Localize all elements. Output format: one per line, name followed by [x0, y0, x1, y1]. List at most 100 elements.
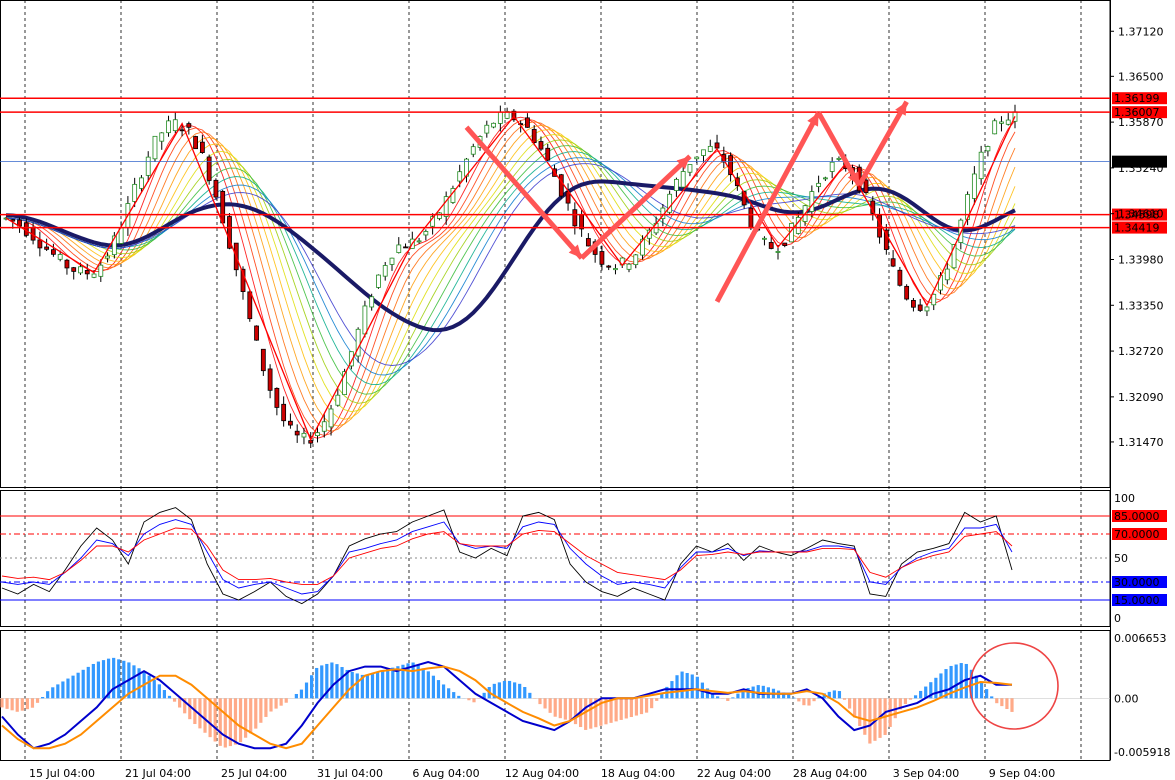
candle-body: [680, 171, 686, 188]
macd-histogram-bar: [837, 691, 842, 699]
macd-histogram-bar: [792, 697, 796, 699]
macd-histogram-bar: [807, 698, 811, 706]
candle-body: [917, 304, 923, 311]
macd-histogram-bar: [436, 680, 441, 699]
macd-histogram-bar: [51, 687, 55, 699]
candle-body: [931, 293, 937, 306]
macd-histogram-bar: [112, 657, 116, 699]
macd-histogram-bar: [76, 672, 80, 699]
chart-background: [0, 0, 1175, 780]
candle-body: [159, 132, 165, 142]
macd-histogram-bar: [20, 698, 24, 711]
macd-histogram-bar: [426, 671, 430, 699]
macd-histogram-bar: [939, 673, 943, 699]
macd-histogram-bar: [847, 698, 852, 709]
candle-body: [971, 173, 977, 199]
price-tick-label: 1.36500: [1118, 70, 1164, 83]
candle-body: [91, 273, 97, 278]
candle-body: [687, 164, 693, 173]
macd-histogram-bar: [457, 695, 461, 699]
candle-body: [633, 254, 639, 266]
candle-body: [247, 291, 253, 320]
price-tick-label: 1.37120: [1118, 25, 1164, 38]
candle-body: [288, 420, 293, 426]
macd-histogram-bar: [35, 698, 40, 703]
macd-histogram-bar: [294, 693, 298, 699]
candle-body: [172, 119, 178, 132]
macd-histogram-bar: [832, 690, 836, 699]
macd-histogram-bar: [543, 698, 547, 709]
macd-histogram-bar: [86, 666, 90, 699]
macd-histogram-bar: [644, 698, 649, 713]
candle-body: [44, 246, 50, 250]
macd-histogram-bar: [244, 698, 248, 738]
macd-histogram-bar: [614, 698, 618, 722]
candle-body: [260, 348, 266, 372]
macd-histogram-bar: [518, 683, 522, 699]
candle-body: [51, 249, 56, 255]
macd-histogram-bar: [223, 698, 227, 748]
macd-histogram-bar: [919, 690, 923, 699]
macd-histogram-bar: [655, 698, 659, 701]
candle-body: [382, 265, 388, 277]
candle-body: [491, 122, 496, 128]
macd-histogram-bar: [634, 698, 639, 716]
candle-body: [281, 403, 287, 422]
candle-body: [599, 251, 605, 265]
macd-histogram-bar: [685, 673, 689, 699]
macd-histogram-bar: [30, 698, 35, 708]
macd-histogram-bar: [812, 698, 816, 702]
candle-body: [1005, 119, 1011, 125]
macd-histogram-bar: [787, 694, 791, 699]
macd-histogram-bar: [284, 698, 288, 703]
candle-body: [213, 179, 219, 198]
candle-body: [78, 266, 83, 274]
macd-histogram-bar: [736, 693, 740, 699]
macd-histogram-bar: [71, 675, 75, 699]
candle-body: [193, 136, 199, 150]
candle-body: [484, 124, 490, 134]
time-tick-label: 6 Aug 04:00: [412, 767, 479, 780]
candle-body: [301, 432, 307, 438]
time-tick-label: 28 Aug 04:00: [793, 767, 867, 780]
macd-histogram-bar: [81, 669, 85, 699]
macd-histogram-bar: [365, 674, 370, 699]
macd-histogram-bar: [15, 698, 19, 712]
candle-body: [335, 394, 341, 406]
macd-histogram-bar: [513, 682, 517, 699]
macd-histogram-bar: [249, 698, 253, 734]
macd-histogram-bar: [853, 698, 857, 718]
price-tick-label: 1.31470: [1118, 436, 1164, 449]
forex-chart-window[interactable]: 1.361991.360071.345981.344191.353261.371…: [0, 0, 1175, 780]
candle-body: [538, 141, 544, 150]
macd-histogram-bar: [66, 678, 70, 699]
candle-body: [362, 305, 368, 335]
price-tick-label: 1.35870: [1118, 116, 1164, 129]
macd-histogram-bar: [441, 684, 446, 699]
macd-histogram-bar: [985, 689, 989, 699]
macd-histogram-bar: [863, 698, 867, 735]
macd-histogram-bar: [274, 698, 278, 709]
macd-histogram-bar: [716, 696, 720, 699]
candle-body: [457, 171, 463, 182]
macd-histogram-bar: [573, 698, 578, 725]
candle-body: [376, 274, 381, 288]
candle-body: [782, 242, 788, 246]
candle-body: [220, 190, 226, 224]
candle-body: [572, 209, 578, 227]
candle-body: [985, 146, 991, 152]
stochastic-tick-label: 50: [1114, 552, 1128, 565]
macd-histogram-bar: [421, 668, 425, 699]
macd-histogram-bar: [650, 698, 654, 709]
candle-body: [396, 244, 402, 253]
price-level-tag: 1.36199: [1112, 92, 1167, 105]
candle-body: [152, 135, 158, 160]
time-tick-label: 12 Aug 04:00: [505, 767, 579, 780]
time-axis: 15 Jul 04:00 21 Jul 04:00 25 Jul 04:00 31 J…: [29, 767, 1055, 780]
macd-histogram-bar: [680, 671, 684, 699]
candle-body: [809, 191, 815, 212]
candle-body: [836, 157, 842, 160]
macd-histogram-bar: [913, 695, 918, 699]
macd-histogram-bar: [238, 698, 243, 743]
macd-histogram-bar: [497, 682, 501, 699]
